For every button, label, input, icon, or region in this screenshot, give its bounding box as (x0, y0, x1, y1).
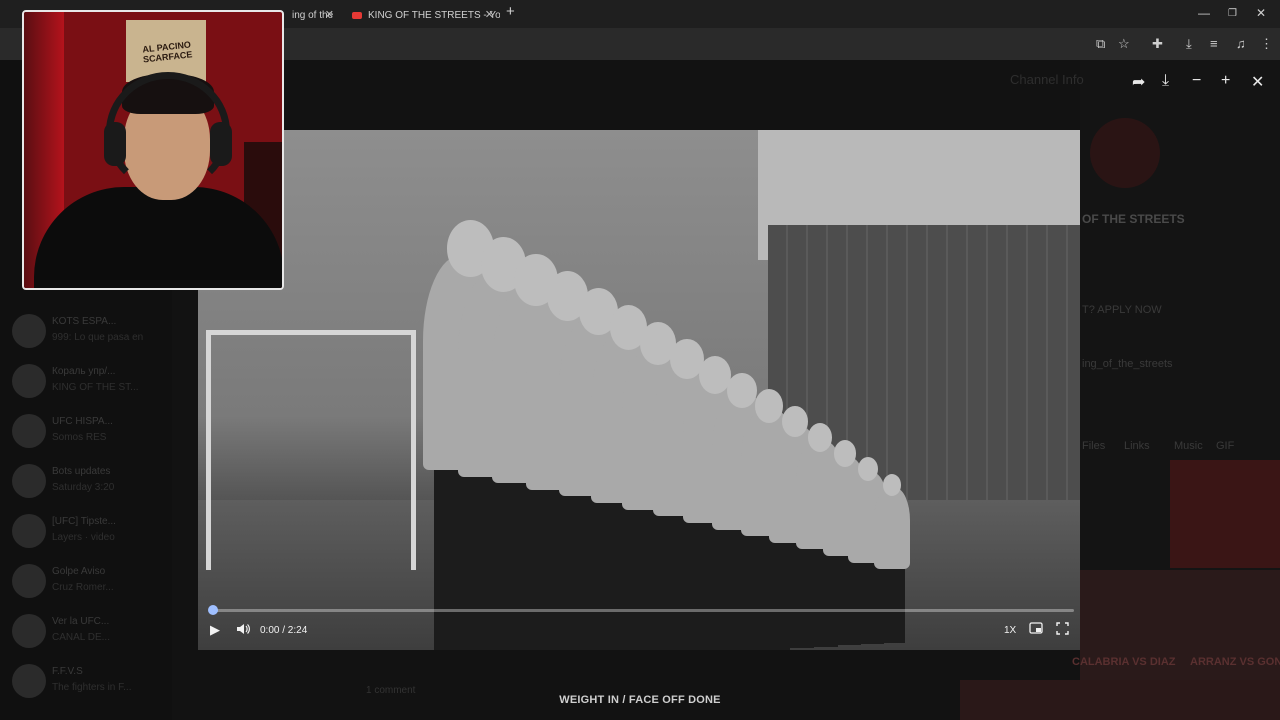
chat-preview: Somos RES (52, 432, 107, 443)
video-player[interactable] (198, 130, 1080, 650)
youtube-icon (352, 11, 362, 19)
playback-speed-button[interactable]: 1X (1004, 625, 1016, 636)
tab-music[interactable]: Music (1174, 440, 1203, 452)
chat-preview: CANAL DE... (52, 632, 110, 643)
close-icon[interactable]: ✕ (1251, 72, 1264, 92)
zoom-in-icon[interactable]: + (1221, 72, 1230, 90)
progress-bar[interactable] (212, 609, 1074, 612)
chat-name: Корaль упр/... (52, 366, 116, 377)
volume-icon[interactable] (236, 622, 250, 639)
channel-link[interactable]: ing_of_the_streets (1082, 358, 1173, 370)
fight-name: CALABRIA VS DIAZ (1072, 656, 1176, 668)
close-tab-icon[interactable]: ✕ (485, 8, 494, 21)
chat-list-item[interactable]: Ver la UFC... CANAL DE... (8, 610, 168, 656)
chat-preview: Layers · video (52, 532, 115, 543)
channel-info-panel: Channel Info OF THE STREETS T? APPLY NOW… (960, 60, 1280, 720)
fighter-head (781, 406, 808, 438)
tab-title: KING OF THE STREETS - YouTub (368, 9, 500, 21)
channel-apply-text: T? APPLY NOW (1082, 304, 1162, 316)
browser-tab-telegram[interactable]: ing of the ✕ (284, 4, 340, 26)
avatar (12, 464, 46, 498)
pip-icon-svg (1029, 622, 1043, 634)
video-caption: WEIGHT IN / FACE OFF DONE (559, 694, 721, 706)
zoom-out-icon[interactable]: − (1192, 72, 1201, 90)
fighter-figure (873, 487, 910, 570)
chat-list-item[interactable]: Bots updates Saturday 3:20 (8, 460, 168, 506)
chat-preview: 999: Lo que pasa en (52, 332, 144, 343)
share-icon[interactable]: ➦ (1132, 72, 1145, 92)
chat-name: UFC HISPA... (52, 416, 113, 427)
fighter-head (808, 423, 833, 453)
fullscreen-icon[interactable] (1056, 622, 1069, 638)
chat-name: [UFC] Tipste... (52, 516, 116, 527)
avatar (12, 364, 46, 398)
progress-handle[interactable] (208, 605, 218, 615)
chat-preview: Saturday 3:20 (52, 482, 115, 493)
chat-name: KOTS ESPA... (52, 316, 117, 327)
fighter-head (698, 355, 731, 394)
media-control-icon[interactable]: ♫ (1236, 36, 1246, 51)
avatar (12, 314, 46, 348)
avatar (12, 664, 46, 698)
fighter-head (727, 372, 758, 409)
chat-list-item[interactable]: Golpe Aviso Cruz Romer... (8, 560, 168, 606)
avatar (12, 414, 46, 448)
headphone-cup-right (210, 122, 232, 166)
minimize-button[interactable]: — (1198, 6, 1210, 20)
close-window-button[interactable]: ✕ (1256, 6, 1266, 20)
fighter-head (882, 474, 901, 496)
avatar (12, 564, 46, 598)
volume-icon-svg (237, 624, 250, 634)
bookmark-star-icon[interactable]: ☆ (1118, 36, 1130, 52)
time-display: 0:00 / 2:24 (260, 625, 308, 636)
channel-avatar (1090, 118, 1160, 188)
chat-name: F.F.V.S (52, 666, 83, 677)
video-goal (206, 330, 416, 570)
chat-preview: KING OF THE ST... (52, 382, 139, 393)
browser-menu-icon[interactable]: ⋮ (1260, 36, 1273, 52)
tab-gif[interactable]: GIF (1216, 440, 1234, 452)
fighter-head (833, 440, 856, 467)
channel-name: OF THE STREETS (1082, 212, 1185, 226)
chat-preview: Cruz Romer... (52, 582, 114, 593)
fullscreen-icon-svg (1056, 622, 1069, 635)
chat-name: Bots updates (52, 466, 111, 477)
chat-list-item[interactable]: UFC HISPA... Somos RES (8, 410, 168, 456)
webcam-overlay: AL PACINO SCARFACE (22, 10, 284, 290)
chat-list-item[interactable]: Корaль упр/... KING OF THE ST... (8, 360, 168, 406)
headphone-cup-left (104, 122, 126, 166)
pip-icon[interactable] (1029, 622, 1043, 637)
play-button[interactable]: ▶ (210, 622, 220, 638)
avatar (12, 514, 46, 548)
downloads-icon[interactable]: ⤓ (1186, 36, 1192, 52)
chat-list-item[interactable]: KOTS ESPA... 999: Lo que pasa en (8, 310, 168, 356)
tab-links[interactable]: Links (1124, 440, 1150, 452)
fighter-head (754, 389, 783, 423)
tab-files[interactable]: Files (1082, 440, 1105, 452)
new-tab-button[interactable]: + (506, 3, 515, 20)
close-tab-icon[interactable]: ✕ (325, 8, 334, 21)
chat-preview: The fighters in F... (52, 682, 132, 693)
chat-name: Ver la UFC... (52, 616, 110, 627)
browser-tab-youtube[interactable]: KING OF THE STREETS - YouTub ✕ (344, 4, 500, 26)
avatar (12, 614, 46, 648)
reading-list-icon[interactable]: ≡ (1210, 36, 1218, 51)
channel-info-header: Channel Info (1010, 72, 1084, 87)
install-app-icon[interactable]: ⧉ (1096, 36, 1105, 52)
download-icon[interactable]: ⤓ (1162, 72, 1169, 90)
poster-text: AL PACINO SCARFACE (141, 39, 193, 65)
extensions-icon[interactable]: ✚ (1152, 36, 1163, 52)
fight-name: ARRANZ VS GONZALEZ (1190, 656, 1280, 668)
media-thumbnail[interactable] (1170, 460, 1280, 568)
restore-button[interactable]: ❐ (1228, 8, 1237, 19)
chat-name: Golpe Aviso (52, 566, 106, 577)
chat-list-item[interactable]: [UFC] Tipste... Layers · video (8, 510, 168, 556)
fighter-pants (877, 569, 906, 643)
